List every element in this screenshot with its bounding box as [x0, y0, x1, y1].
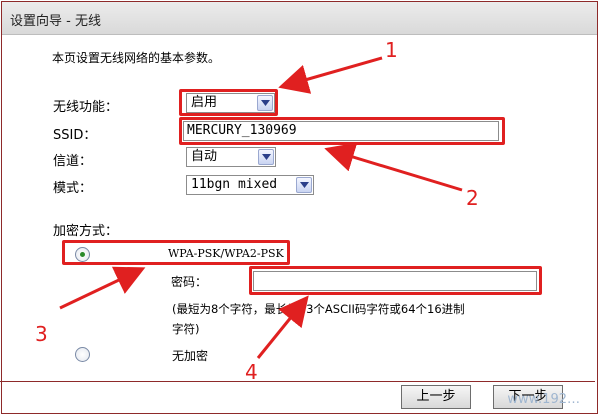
annotation-number-1: 1: [385, 38, 398, 62]
back-button[interactable]: 上一步: [401, 385, 471, 409]
annotation-number-2: 2: [466, 186, 479, 210]
arrow-3: [59, 266, 146, 310]
watermark: www.192…: [507, 392, 580, 407]
annotation-arrows: [59, 56, 463, 359]
annotation-number-3: 3: [35, 322, 48, 346]
arrow-1: [278, 56, 383, 94]
footer-divider: [0, 381, 595, 382]
arrow-4: [256, 295, 309, 359]
arrow-2: [324, 142, 463, 192]
